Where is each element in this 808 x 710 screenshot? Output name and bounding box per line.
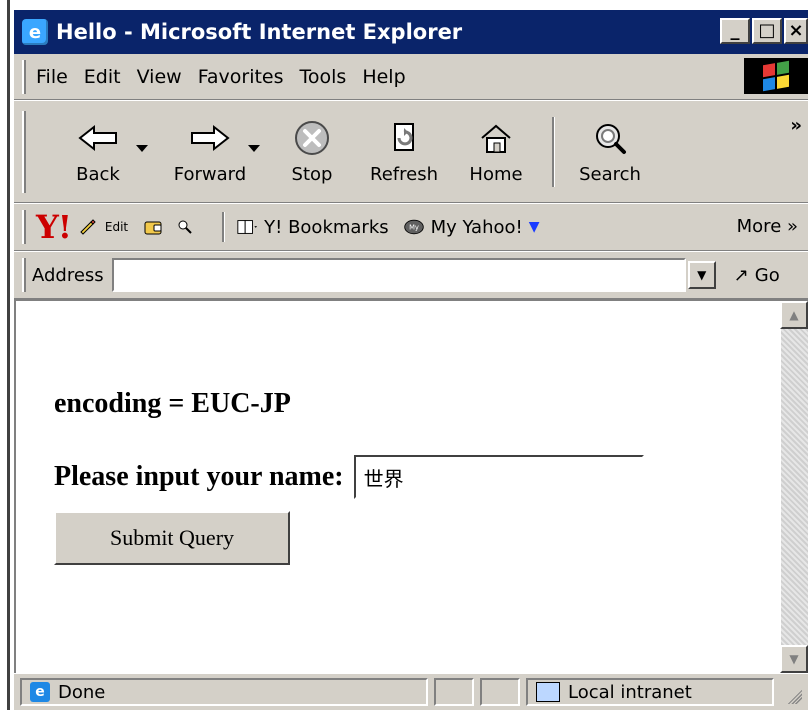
minimize-button[interactable]: _ — [720, 18, 750, 44]
my-yahoo-label: My Yahoo! — [430, 216, 523, 238]
forward-label: Forward — [173, 164, 247, 185]
maximize-icon: □ — [758, 20, 776, 41]
stop-button[interactable]: Stop — [266, 109, 358, 195]
links-separator — [222, 212, 225, 242]
menu-tools[interactable]: Tools — [300, 66, 347, 88]
name-prompt: Please input your name: — [54, 460, 344, 492]
address-bar: Address ▼ ↗ Go — [14, 251, 808, 299]
page-content: encoding = EUC-JP Please input your name… — [54, 387, 754, 565]
menu-bar: File Edit View Favorites Tools Help — [14, 54, 808, 100]
scroll-down-icon: ▼ — [789, 652, 799, 666]
refresh-button[interactable]: Refresh — [358, 109, 450, 195]
status-main-pane: e Done — [20, 678, 428, 706]
find-button[interactable] — [174, 216, 196, 238]
name-input[interactable]: 世界 — [353, 454, 644, 499]
forward-dropdown-icon[interactable] — [248, 144, 260, 152]
my-yahoo-dropdown-icon[interactable]: ▼ — [529, 219, 540, 235]
links-grip[interactable] — [22, 210, 26, 244]
page-viewport: encoding = EUC-JP Please input your name… — [14, 299, 808, 673]
address-grip[interactable] — [22, 258, 26, 292]
toolbar-overflow-chevron[interactable]: » — [790, 115, 802, 136]
go-button[interactable]: ↗ Go — [734, 265, 780, 286]
windows-logo — [744, 58, 808, 94]
search-icon — [587, 118, 633, 158]
scroll-up-icon: ▲ — [789, 308, 799, 322]
menu-favorites[interactable]: Favorites — [198, 66, 284, 88]
refresh-icon — [381, 118, 427, 158]
bookmarks-icon — [236, 216, 258, 238]
wallet-button[interactable] — [142, 216, 164, 238]
my-yahoo-button[interactable]: My My Yahoo! ▼ — [403, 216, 540, 238]
menu-view[interactable]: View — [137, 66, 182, 88]
wallet-icon — [142, 216, 164, 238]
resize-grip[interactable] — [784, 686, 802, 704]
standard-toolbar: Back Forward Stop Refresh Home Search » — [14, 100, 808, 203]
back-dropdown-icon[interactable] — [136, 144, 148, 152]
menu-edit[interactable]: Edit — [84, 66, 121, 88]
chevron-down-icon: ▼ — [697, 268, 707, 282]
status-blank-pane-1 — [434, 678, 474, 706]
local-intranet-icon — [536, 682, 560, 702]
back-label: Back — [76, 164, 120, 185]
left-divider — [7, 0, 10, 710]
scroll-up-button[interactable]: ▲ — [780, 301, 808, 329]
yahoo-companion-bar: Y! Edit Y! Bookmarks My My Yahoo! ▼ More… — [14, 203, 808, 251]
close-button[interactable]: × — [784, 18, 808, 44]
menu-grip[interactable] — [22, 59, 26, 94]
edit-button[interactable]: Edit — [77, 216, 128, 238]
window-controls: _ □ × — [720, 18, 808, 44]
search-button[interactable]: Search — [564, 109, 656, 195]
back-button[interactable]: Back — [42, 109, 154, 195]
name-form-row: Please input your name: 世界 — [54, 454, 754, 499]
status-blank-pane-2 — [480, 678, 520, 706]
menu-help[interactable]: Help — [362, 66, 405, 88]
status-text: Done — [58, 681, 106, 703]
internet-explorer-icon: e — [22, 19, 48, 45]
submit-query-button[interactable]: Submit Query — [54, 510, 290, 565]
yahoo-logo[interactable]: Y! — [36, 208, 72, 246]
magnifier-icon — [174, 216, 196, 238]
yahoo-bookmarks-label: Y! Bookmarks — [264, 216, 389, 238]
encoding-text: encoding = EUC-JP — [54, 388, 291, 419]
go-label: Go — [754, 264, 780, 286]
home-icon — [473, 118, 519, 158]
windows-flag-icon — [763, 60, 789, 92]
refresh-label: Refresh — [370, 164, 438, 185]
forward-button[interactable]: Forward — [154, 109, 266, 195]
pencil-icon — [77, 216, 99, 238]
vertical-scrollbar[interactable]: ▲ ▼ — [780, 301, 808, 673]
status-bar: e Done Local intranet — [14, 673, 808, 710]
svg-text:My: My — [409, 224, 419, 232]
address-label: Address — [32, 264, 104, 286]
home-button[interactable]: Home — [450, 109, 542, 195]
yahoo-bookmarks-button[interactable]: Y! Bookmarks — [236, 216, 389, 238]
more-button[interactable]: More » — [737, 216, 798, 237]
address-input[interactable] — [111, 258, 686, 292]
title-bar: e Hello - Microsoft Internet Explorer _ … — [14, 10, 808, 54]
minimize-icon: _ — [730, 20, 740, 41]
go-arrow-icon: ↗ — [733, 264, 749, 286]
address-dropdown-button[interactable]: ▼ — [687, 261, 716, 289]
close-icon: × — [788, 20, 804, 41]
security-zone-pane: Local intranet — [526, 678, 774, 706]
edit-label: Edit — [104, 220, 129, 234]
stop-label: Stop — [291, 164, 333, 185]
browser-window: e Hello - Microsoft Internet Explorer _ … — [12, 8, 808, 710]
back-arrow-icon — [75, 118, 121, 158]
my-yahoo-icon: My — [403, 216, 425, 238]
window-title: Hello - Microsoft Internet Explorer — [56, 20, 463, 44]
scroll-down-button[interactable]: ▼ — [780, 645, 808, 673]
search-label: Search — [579, 164, 641, 185]
home-label: Home — [469, 164, 523, 185]
toolbar-grip[interactable] — [22, 110, 26, 193]
toolbar-separator — [552, 116, 554, 187]
zone-text: Local intranet — [568, 681, 692, 703]
maximize-button[interactable]: □ — [752, 18, 782, 44]
stop-icon — [289, 118, 335, 158]
menu-file[interactable]: File — [36, 66, 68, 88]
page-status-icon: e — [30, 682, 50, 702]
forward-arrow-icon — [187, 118, 233, 158]
screen: e Hello - Microsoft Internet Explorer _ … — [0, 0, 808, 710]
